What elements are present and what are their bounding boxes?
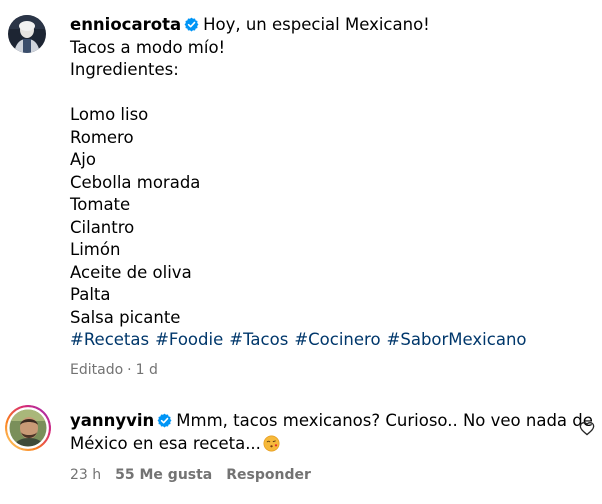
post-author-avatar-image — [8, 15, 46, 53]
caption-line: Romero — [70, 127, 134, 147]
caption-text: Hoy, un especial Mexicano! — [203, 15, 430, 34]
edited-label: Editado — [70, 362, 124, 378]
reply-text-line1: Mmm, tacos mexicanos? Curioso.. No veo n… — [176, 411, 593, 430]
caption-line: Ingredientes: — [70, 60, 179, 79]
caption-first-line: enniocarota Hoy, un especial Mexicano! — [70, 14, 590, 37]
reply-comment: yannyvin Mmm, tacos mexicanos? Curioso..… — [70, 410, 593, 456]
hashtag-link[interactable]: #Cocinero — [294, 330, 380, 349]
verified-badge-icon — [184, 17, 199, 32]
post-meta: Editado · 1 d — [70, 359, 158, 382]
caption-line: Tomate — [70, 195, 131, 214]
post-author-username[interactable]: enniocarota — [70, 15, 181, 34]
hashtag-link[interactable]: #Foodie — [155, 330, 223, 349]
reply-meta: 23 h 55 Me gusta Responder — [70, 464, 311, 487]
reply-button[interactable]: Responder — [226, 467, 311, 483]
caption-line: Limón — [70, 240, 121, 259]
caption-line: Cebolla morada — [70, 172, 201, 192]
reply-author-username[interactable]: yannyvin — [70, 411, 154, 430]
post-time[interactable]: 1 d — [136, 362, 158, 378]
hashtag-row: #Recetas #Foodie #Tacos #Cocinero #SaborMexi… — [70, 329, 590, 352]
verified-badge-icon — [157, 413, 172, 428]
reply-text-line2: México en esa receta... — [70, 433, 261, 453]
reply-first-line: yannyvin Mmm, tacos mexicanos? Curioso..… — [70, 410, 593, 433]
caption-line: Ajo — [70, 150, 96, 169]
heart-outline-icon[interactable] — [579, 421, 595, 437]
caption-line: Tacos a modo mío! — [70, 37, 226, 57]
reply-time[interactable]: 23 h — [70, 467, 101, 483]
reply-second-line: México en esa receta... — [70, 433, 575, 456]
caption-line: Salsa picante — [70, 307, 181, 327]
post-author-avatar[interactable] — [8, 15, 46, 53]
reply-likes-count[interactable]: 55 Me gusta — [115, 467, 212, 483]
hashtag-link[interactable]: #SaborMexicano — [387, 330, 527, 349]
hashtag-link[interactable]: #Recetas — [70, 330, 149, 349]
face-blowing-kiss-emoji — [263, 435, 280, 451]
caption-lines: Tacos a modo mío! Ingredientes: Lomo liso R… — [70, 37, 590, 330]
caption-line: Aceite de oliva — [70, 262, 192, 282]
caption-line: Lomo liso — [70, 105, 149, 124]
caption-line: Cilantro — [70, 217, 135, 237]
reply-author-avatar[interactable] — [5, 405, 51, 451]
reply-author-avatar-image — [5, 405, 51, 451]
caption-line: Palta — [70, 285, 111, 304]
meta-separator: · — [127, 362, 132, 378]
hashtag-link[interactable]: #Tacos — [229, 330, 288, 349]
post-caption: enniocarota Hoy, un especial Mexicano! T… — [70, 14, 590, 352]
